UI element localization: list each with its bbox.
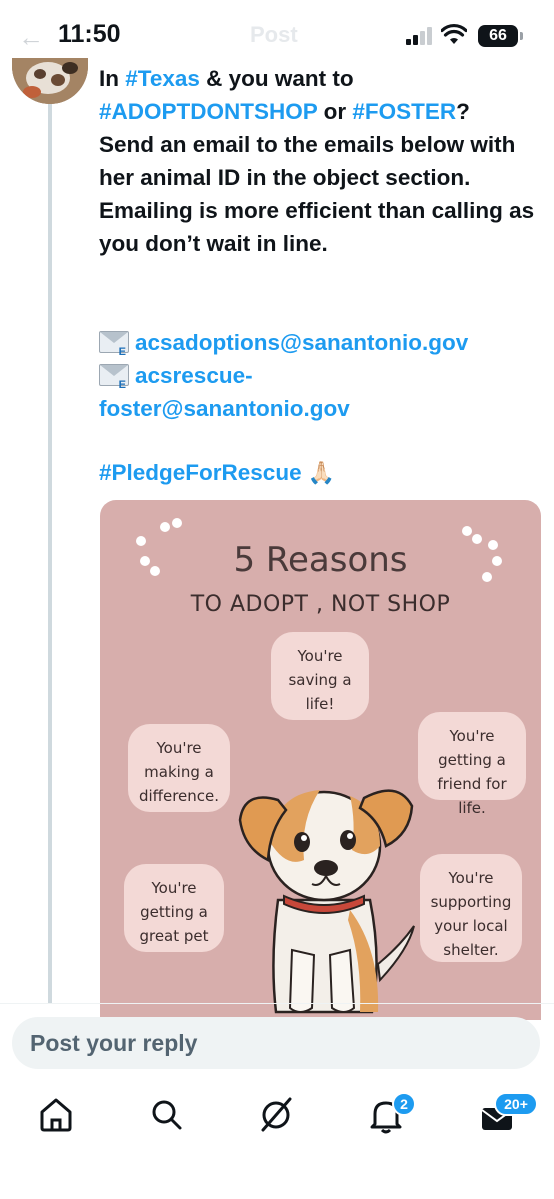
paw-decoration	[160, 522, 170, 532]
avatar[interactable]	[12, 58, 88, 104]
thread-line	[48, 104, 52, 1004]
tweet-text-segment: or	[317, 99, 353, 124]
nav-notifications[interactable]: 2	[356, 1090, 416, 1140]
nav-search[interactable]	[136, 1090, 196, 1140]
email-link-rescue-foster-part2[interactable]: foster@sanantonio.gov	[99, 392, 539, 425]
envelope-icon: E	[99, 364, 129, 391]
image-subtitle: TO ADOPT , NOT SHOP	[190, 592, 451, 617]
reply-input[interactable]: Post your reply	[12, 1017, 540, 1069]
email-link-rescue-foster-part1[interactable]: acsrescue-	[135, 359, 253, 392]
search-icon	[152, 1100, 182, 1130]
header-title: Post	[250, 22, 298, 47]
email-row: E acsrescue-	[99, 359, 539, 392]
battery-indicator: 66	[478, 25, 523, 47]
tweet-text-segment: & you want to	[206, 66, 354, 91]
notifications-badge: 2	[392, 1092, 416, 1116]
puppy-illustration	[238, 789, 415, 1014]
reply-divider	[0, 1003, 554, 1004]
email-row: E acsadoptions@sanantonio.gov	[99, 326, 539, 359]
grok-icon	[261, 1097, 292, 1132]
nav-home[interactable]	[26, 1090, 86, 1140]
tweet-text: In #Texas & you want to #ADOPTDONTSHOP o…	[99, 62, 539, 260]
paw-decoration	[462, 526, 472, 536]
nav-messages[interactable]: 20+	[468, 1090, 538, 1140]
email-list: E acsadoptions@sanantonio.gov E acsrescu…	[99, 326, 539, 425]
messages-badge: 20+	[494, 1092, 538, 1116]
folded-hands-emoji: 🙏🏻	[307, 460, 336, 485]
reason-bubble: You're getting a great pet	[124, 864, 224, 952]
reason-bubble: You're making a difference.	[128, 724, 230, 812]
image-title: 5 Reasons	[233, 540, 408, 580]
bottom-nav: 2 20+	[0, 1090, 554, 1150]
tweet-text-segment: In	[99, 66, 126, 91]
hashtag-link[interactable]: #FOSTER	[352, 99, 456, 124]
hashtag-pledgeforrescue[interactable]: #PledgeForRescue	[99, 460, 302, 485]
wifi-icon	[441, 23, 467, 44]
reason-bubble: You're supporting your local shelter.	[420, 854, 522, 962]
tweet-image[interactable]: 5 Reasons TO ADOPT , NOT SHOP You're sav…	[100, 500, 541, 1020]
reason-bubble: You're saving a life!	[271, 632, 369, 720]
envelope-icon: E	[99, 331, 129, 358]
nav-grok[interactable]	[246, 1090, 306, 1140]
email-link-adoptions[interactable]: acsadoptions@sanantonio.gov	[135, 326, 468, 359]
paw-decoration	[172, 518, 182, 528]
home-icon	[40, 1098, 72, 1132]
back-arrow-icon[interactable]: ←	[18, 22, 44, 53]
reason-bubble: You're getting a friend for life.	[418, 712, 526, 817]
hashtag-link[interactable]: #Texas	[125, 66, 200, 91]
hashtag-link[interactable]: #ADOPTDONTSHOP	[99, 99, 317, 124]
avatar-image	[12, 58, 88, 104]
pledge-line: #PledgeForRescue 🙏🏻	[99, 456, 335, 489]
status-time: 11:50	[58, 20, 121, 48]
cellular-signal-icon	[406, 27, 436, 45]
